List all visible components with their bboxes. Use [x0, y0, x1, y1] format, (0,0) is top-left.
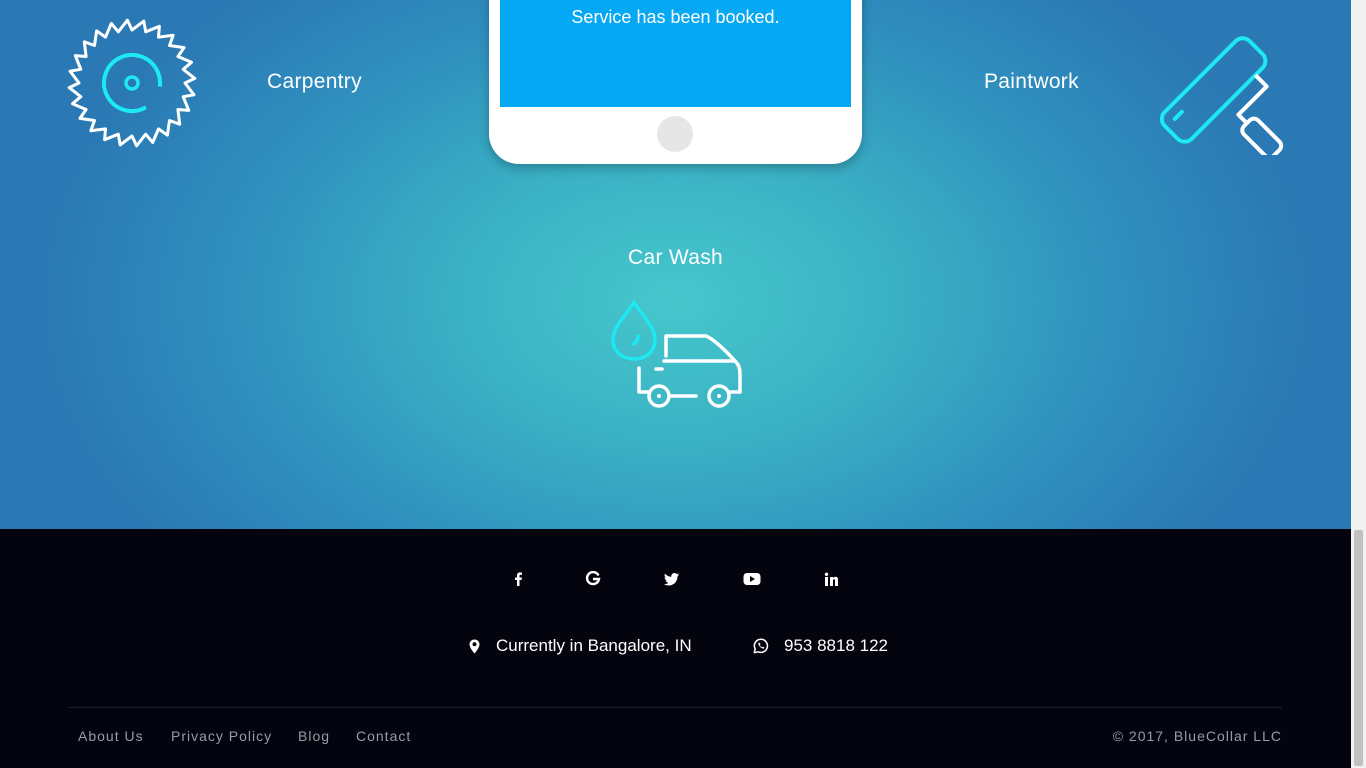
scrollbar-thumb[interactable]: [1354, 530, 1363, 766]
services-section: Service has been booked. Carpentry Paint…: [0, 0, 1351, 529]
service-label-carpentry[interactable]: Carpentry: [267, 70, 362, 94]
phone-home-button: [657, 116, 693, 152]
google-icon[interactable]: [581, 567, 605, 591]
footer-link-contact[interactable]: Contact: [356, 728, 411, 744]
copyright-text: © 2017, BlueCollar LLC: [1112, 728, 1282, 744]
map-pin-icon: [469, 639, 481, 654]
footer: Currently in Bangalore, IN 953 8818 122 …: [0, 529, 1351, 768]
paint-roller-icon: [1150, 15, 1290, 160]
service-label-paintwork[interactable]: Paintwork: [984, 70, 1079, 94]
phone-info[interactable]: 953 8818 122: [753, 636, 888, 656]
location-info: Currently in Bangalore, IN: [469, 636, 692, 656]
phone-mockup: Service has been booked.: [489, 0, 862, 164]
car-wash-icon: [608, 298, 744, 414]
whatsapp-icon: [753, 638, 769, 654]
service-label-car-wash[interactable]: Car Wash: [628, 246, 723, 270]
footer-link-about-us[interactable]: About Us: [78, 728, 144, 744]
twitter-icon[interactable]: [660, 567, 684, 591]
page-scrollbar[interactable]: [1351, 0, 1366, 768]
footer-link-privacy-policy[interactable]: Privacy Policy: [171, 728, 272, 744]
phone-number-text: 953 8818 122: [784, 636, 888, 655]
booking-confirmation-text: Service has been booked.: [571, 7, 780, 27]
phone-screen: Service has been booked.: [500, 0, 851, 107]
location-text: Currently in Bangalore, IN: [496, 636, 692, 655]
saw-blade-icon: [66, 18, 198, 150]
footer-divider: [68, 707, 1282, 708]
footer-link-blog[interactable]: Blog: [298, 728, 330, 744]
youtube-icon[interactable]: [740, 567, 764, 591]
linkedin-icon[interactable]: [819, 567, 843, 591]
facebook-icon[interactable]: [506, 567, 530, 591]
